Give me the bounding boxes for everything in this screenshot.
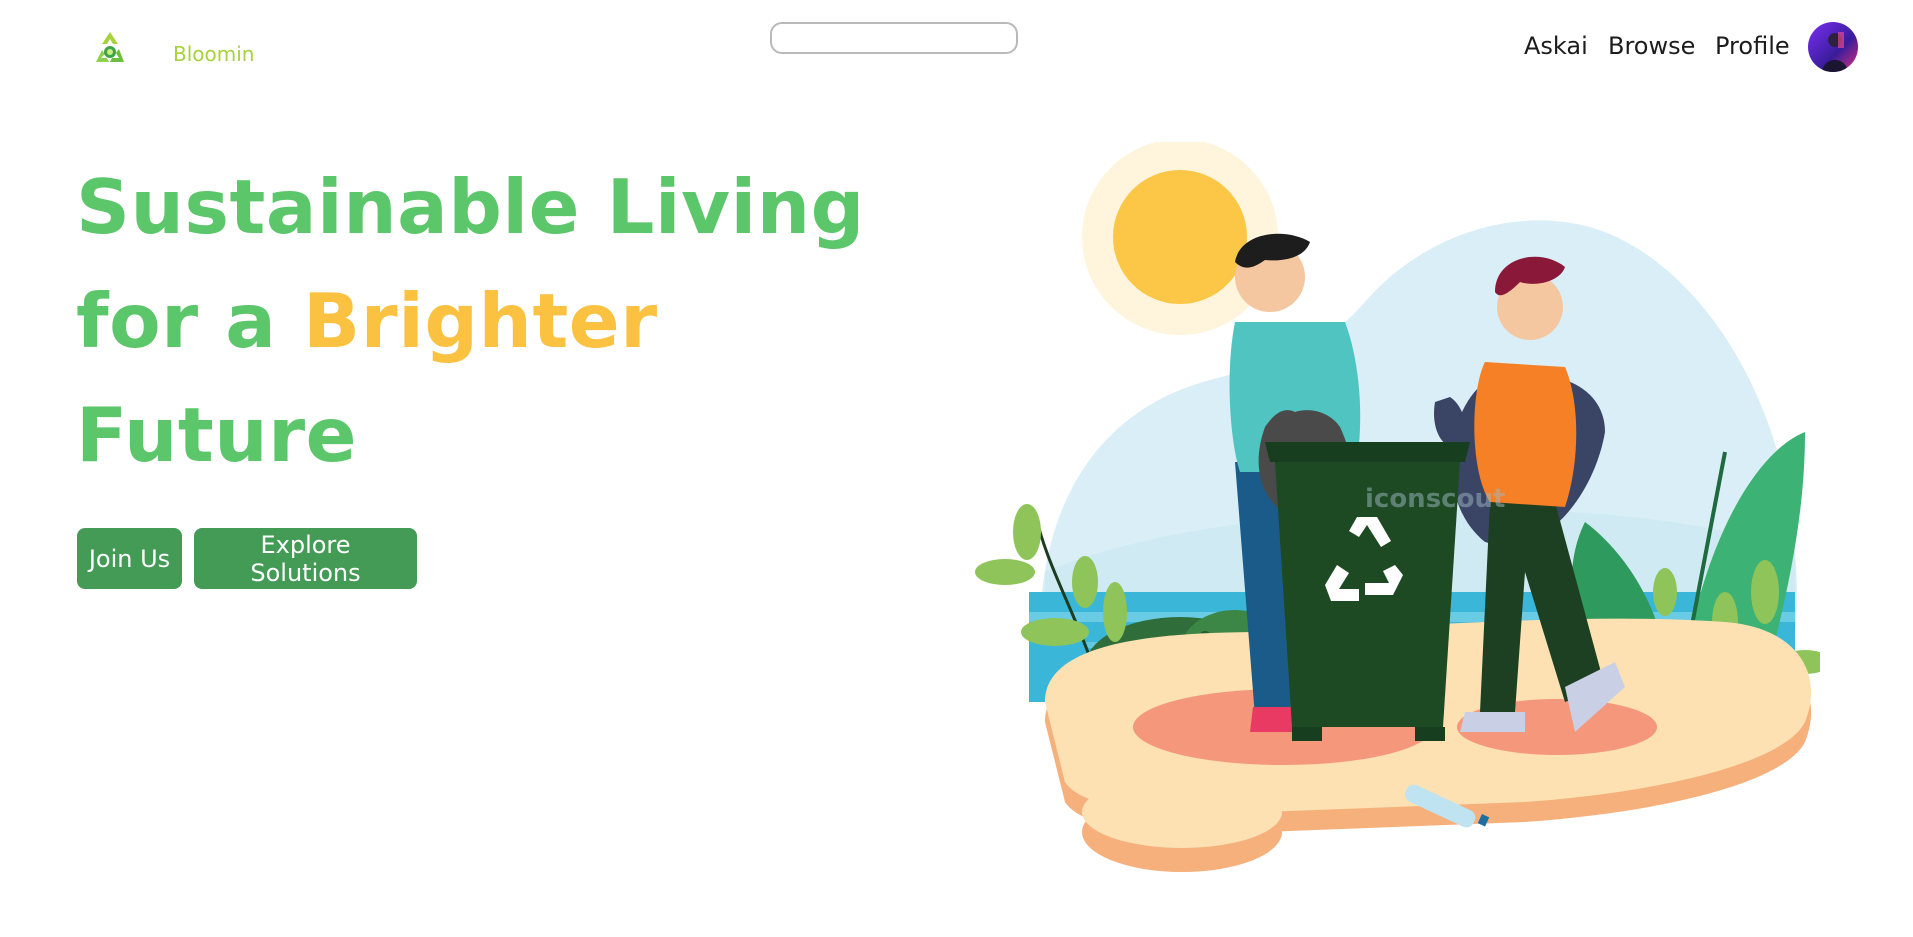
nav-profile-link[interactable]: Profile xyxy=(1715,32,1790,60)
search-input[interactable] xyxy=(770,22,1018,54)
explore-solutions-button[interactable]: Explore Solutions xyxy=(194,528,417,589)
watermark-text: iconscout xyxy=(1365,484,1505,514)
hero-line-2-prefix: for a xyxy=(76,277,277,365)
hero-heading: Sustainable Living for a Brighter Future xyxy=(76,150,865,492)
brand-name[interactable]: Bloomin xyxy=(173,42,254,66)
avatar-image xyxy=(1808,22,1858,72)
top-navbar: Bloomin Askai Browse Profile xyxy=(0,0,1913,95)
hero-line-2-accent: Brighter xyxy=(303,277,658,365)
recycle-logo-icon[interactable] xyxy=(88,28,132,72)
avatar[interactable] xyxy=(1808,22,1858,72)
nav-askai-link[interactable]: Askai xyxy=(1524,32,1588,60)
recycling-illustration: iconscout xyxy=(975,142,1820,872)
hero-line-3: Future xyxy=(76,391,357,479)
join-us-button[interactable]: Join Us xyxy=(77,528,182,589)
nav-browse-link[interactable]: Browse xyxy=(1608,32,1695,60)
sun-icon xyxy=(1113,170,1247,304)
hero-line-1: Sustainable Living xyxy=(76,163,865,251)
